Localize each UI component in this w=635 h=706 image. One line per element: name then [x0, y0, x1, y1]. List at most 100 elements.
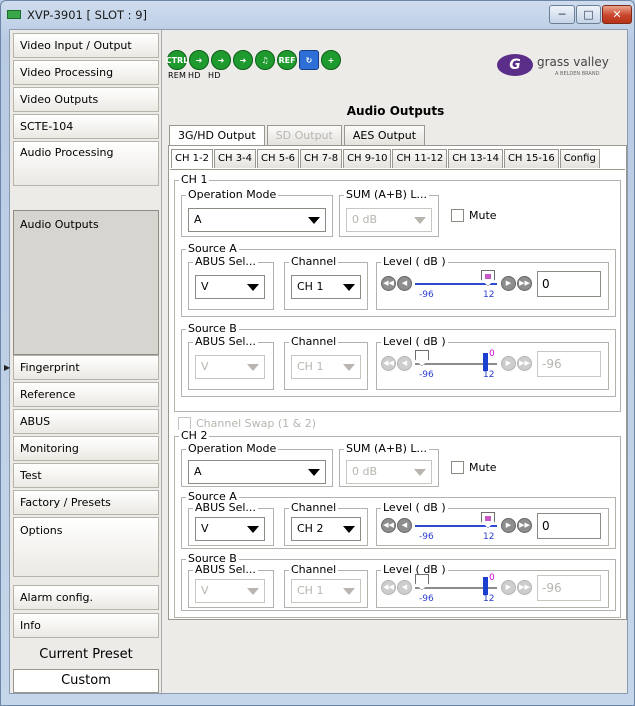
minimize-button[interactable]: ─ [549, 5, 575, 24]
channel-content: CH 1 Operation Mode A SUM (A+B) L... 0 d… [170, 169, 625, 619]
ch1-source-a-abus-select[interactable]: V [195, 275, 265, 299]
step-forward-icon: ▶ [501, 356, 516, 371]
ch2-group: CH 2 Operation Mode A SUM (A+B) L... 0 d… [174, 429, 621, 618]
ch1-sum-select: 0 dB [346, 208, 432, 232]
sidebar-item-test[interactable]: Test [13, 463, 159, 488]
ch2-mute-checkbox[interactable] [451, 461, 464, 474]
arrow-icon: ↻ [299, 50, 319, 70]
sidebar-item-factory-presets[interactable]: Factory / Presets [13, 490, 159, 515]
ch2-source-a-abus-group: ABUS Sel... V [188, 501, 274, 546]
sidebar-item-audio-processing[interactable]: Audio Processing [13, 141, 159, 186]
ch2-source-a-channel-select[interactable]: CH 2 [291, 517, 361, 541]
sidebar-item-video-input-output[interactable]: Video Input / Output [13, 33, 159, 58]
step-back-icon[interactable]: ◀ [397, 276, 412, 291]
ch2-source-a-level-slider[interactable]: ◀◀ ◀ -96 12 ▶ ▶▶ 0 [381, 511, 605, 547]
output-panel: CH 1-2 CH 3-4 CH 5-6 CH 7-8 CH 9-10 CH 1… [168, 145, 627, 620]
ch2-source-a-abus-select[interactable]: V [195, 517, 265, 541]
tab-ch-11-12[interactable]: CH 11-12 [392, 149, 448, 168]
client-area: Video Input / Output Video Processing Vi… [4, 29, 628, 695]
chevron-down-icon [343, 284, 355, 291]
ch2-sum-group: SUM (A+B) L... 0 dB [339, 442, 439, 487]
ch1-source-b-level-slider: ◀◀ ◀ 0 -96 12 ▶ ▶▶ -96 [381, 349, 605, 385]
ch2-source-b-group: Source B ABUS Sel... V Channel CH 1 Leve… [181, 552, 616, 611]
step-first-icon[interactable]: ◀◀ [381, 276, 396, 291]
ch2-title: CH 2 [179, 429, 210, 442]
sidebar-item-info[interactable]: Info [13, 613, 159, 638]
sidebar-item-video-processing[interactable]: Video Processing [13, 60, 159, 85]
step-forward-icon[interactable]: ▶ [501, 276, 516, 291]
ch1-operation-mode-group: Operation Mode A [181, 188, 333, 237]
ch2-source-b-level-group: Level ( dB ) ◀◀ ◀ 0 -96 12 ▶ ▶▶ -96 [376, 563, 609, 608]
close-icon: ✕ [612, 8, 622, 21]
ch2-source-a-level-group: Level ( dB ) ◀◀ ◀ -96 12 ▶ ▶▶ 0 [376, 501, 609, 547]
ch2-source-b-abus-select: V [195, 579, 265, 603]
tab-3g-hd-output[interactable]: 3G/HD Output [169, 125, 265, 146]
tab-ch-13-14[interactable]: CH 13-14 [448, 149, 503, 168]
app-window: XVP-3901 [ SLOT : 9] ─ □ ✕ Video Input /… [0, 0, 635, 706]
expander-arrow-icon[interactable]: ▶ [4, 363, 10, 372]
title-bar[interactable]: XVP-3901 [ SLOT : 9] ─ □ ✕ [1, 1, 634, 29]
sidebar-item-reference[interactable]: Reference [13, 382, 159, 407]
step-first-icon[interactable]: ◀◀ [381, 518, 396, 533]
ch2-source-b-channel-select: CH 1 [291, 579, 361, 603]
channel-swap-label: Channel Swap (1 & 2) [196, 417, 317, 430]
channel-tabs: CH 1-2 CH 3-4 CH 5-6 CH 7-8 CH 9-10 CH 1… [171, 149, 601, 168]
ch1-source-a-level-group: Level ( dB ) ◀◀ ◀ -96 12 ▶ ▶▶ 0 [376, 255, 609, 310]
sidebar-item-alarm-config[interactable]: Alarm config. [13, 585, 159, 610]
ch2-source-b-abus-group: ABUS Sel... V [188, 563, 274, 608]
ch2-operation-mode-select[interactable]: A [188, 460, 326, 484]
sidebar-item-audio-outputs[interactable]: Audio Outputs [13, 210, 159, 355]
ch1-source-b-abus-group: ABUS Sel... V [188, 335, 274, 390]
chevron-down-icon [247, 588, 259, 595]
sidebar-item-scte-104[interactable]: SCTE-104 [13, 114, 159, 139]
sidebar: Video Input / Output Video Processing Vi… [4, 30, 162, 695]
tab-config[interactable]: Config [559, 149, 600, 168]
ch1-source-b-channel-group: Channel CH 1 [284, 335, 368, 390]
sidebar-item-video-outputs[interactable]: Video Outputs [13, 87, 159, 112]
maximize-button[interactable]: □ [576, 5, 601, 24]
ch2-source-a-level-input[interactable]: 0 [537, 513, 601, 539]
tab-ch-7-8[interactable]: CH 7-8 [300, 149, 343, 168]
ch1-title: CH 1 [179, 173, 210, 186]
chevron-down-icon [247, 364, 259, 371]
ch2-sum-select: 0 dB [346, 460, 432, 484]
chevron-down-icon [343, 526, 355, 533]
ch1-source-a-level-input[interactable]: 0 [537, 271, 601, 297]
ch1-source-b-group: Source B ABUS Sel... V Channel CH 1 Leve… [181, 322, 616, 397]
ch1-sum-group: SUM (A+B) L... 0 dB [339, 188, 439, 237]
tab-aes-output[interactable]: AES Output [343, 125, 426, 145]
tab-ch-3-4[interactable]: CH 3-4 [214, 149, 257, 168]
tab-ch-1-2[interactable]: CH 1-2 [171, 149, 214, 168]
level-track [415, 525, 497, 527]
ch2-operation-mode-group: Operation Mode A [181, 442, 333, 487]
close-button[interactable]: ✕ [602, 5, 632, 24]
ch1-operation-mode-select[interactable]: A [188, 208, 326, 232]
ch1-source-a-level-slider[interactable]: ◀◀ ◀ -96 12 ▶ ▶▶ 0 [381, 269, 605, 305]
ch1-source-b-level-group: Level ( dB ) ◀◀ ◀ 0 -96 12 ▶ ▶▶ -96 [376, 335, 609, 390]
page-title: Audio Outputs [346, 104, 445, 118]
ref-icon: REF [277, 50, 297, 70]
hd-icon: ➜ [211, 50, 231, 70]
current-preset-value: Custom [13, 669, 159, 693]
sidebar-item-options[interactable]: Options [13, 517, 159, 577]
sidebar-item-monitoring[interactable]: Monitoring [13, 436, 159, 461]
chevron-down-icon [414, 469, 426, 476]
app-icon [7, 10, 21, 19]
ch1-source-a-channel-select[interactable]: CH 1 [291, 275, 361, 299]
status-icon-labels: REM HD HD [168, 71, 221, 80]
step-last-icon[interactable]: ▶▶ [517, 276, 532, 291]
chevron-down-icon [247, 284, 259, 291]
tab-ch-5-6[interactable]: CH 5-6 [257, 149, 300, 168]
tab-ch-15-16[interactable]: CH 15-16 [503, 149, 559, 168]
step-last-icon[interactable]: ▶▶ [517, 518, 532, 533]
chevron-down-icon [247, 526, 259, 533]
tab-ch-9-10[interactable]: CH 9-10 [343, 149, 392, 168]
ch2-source-a-group: Source A ABUS Sel... V Channel CH 2 Leve… [181, 490, 616, 549]
step-forward-icon: ▶ [501, 580, 516, 595]
sidebar-item-fingerprint[interactable]: Fingerprint [13, 355, 159, 380]
sidebar-item-abus[interactable]: ABUS [13, 409, 159, 434]
step-back-icon[interactable]: ◀ [397, 518, 412, 533]
ch2-source-b-level-input: -96 [537, 575, 601, 601]
step-forward-icon[interactable]: ▶ [501, 518, 516, 533]
ch1-mute-checkbox[interactable] [451, 209, 464, 222]
